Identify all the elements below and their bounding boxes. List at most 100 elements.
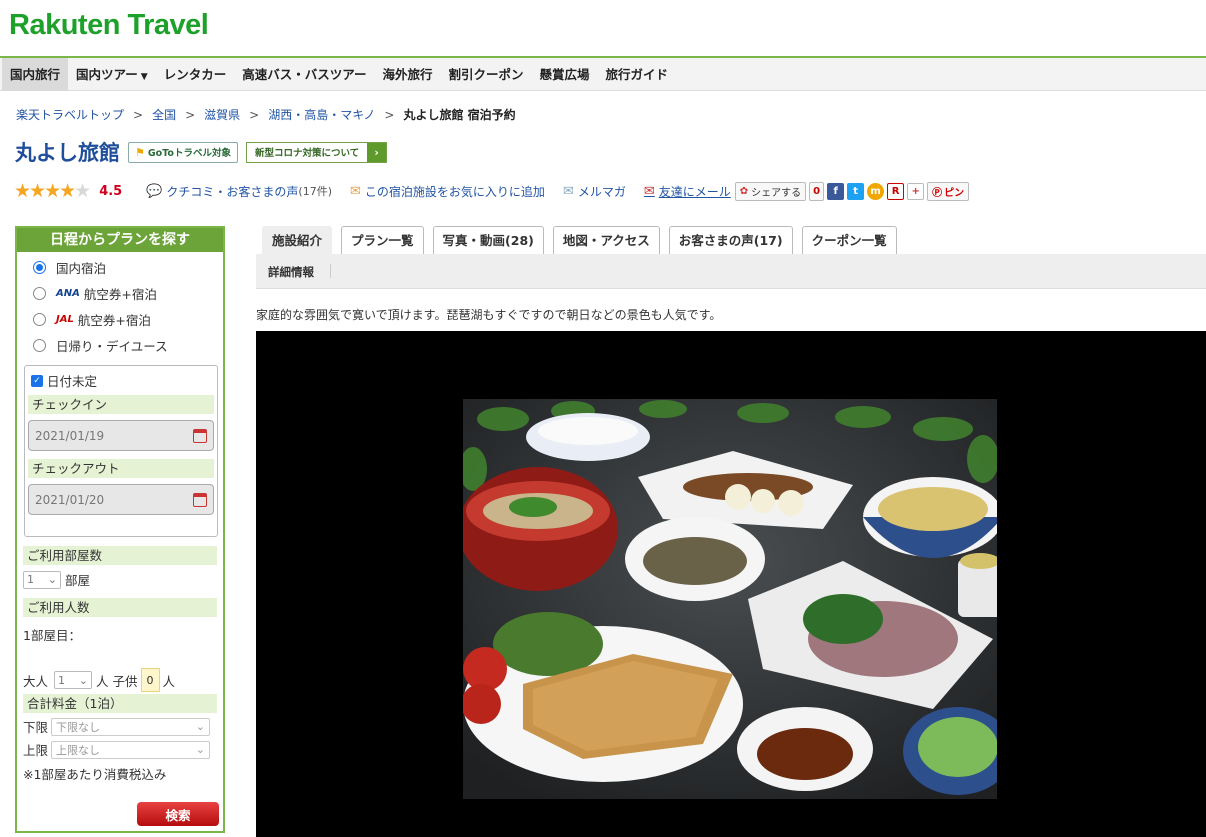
- favorite-link[interactable]: ✉ この宿泊施設をお気に入りに追加: [350, 183, 545, 200]
- search-button[interactable]: 検索: [137, 802, 219, 826]
- tab-plans[interactable]: プラン一覧: [341, 226, 424, 254]
- share-icon: ✿: [739, 185, 749, 197]
- nav-domestic-tour[interactable]: 国内ツアー ▼: [68, 58, 156, 91]
- tell-friend-link[interactable]: ✉ 友達にメール: [644, 183, 731, 200]
- rating-score: 4.5: [99, 183, 123, 199]
- twitter-icon[interactable]: t: [847, 182, 865, 200]
- intro-text: 家庭的な雰囲気で寛いで頂けます。琵琶湖もすぐですので朝日などの景色も人気です。: [256, 308, 722, 322]
- mixi-icon[interactable]: m: [867, 182, 885, 200]
- breadcrumb-sep: >: [384, 108, 395, 122]
- nav-bus[interactable]: 高速バス・バスツアー: [234, 58, 374, 91]
- calendar-icon[interactable]: [193, 428, 207, 443]
- share-button[interactable]: ✿ シェアする: [734, 181, 807, 201]
- radio-selected[interactable]: [33, 260, 46, 274]
- radio[interactable]: [33, 338, 46, 352]
- people-label: ご利用人数: [23, 598, 217, 617]
- adult-unit: 人: [96, 673, 109, 689]
- rakuten-travel-logo[interactable]: Rakuten Travel: [9, 9, 209, 42]
- min-price-select[interactable]: 下限なし ⌄: [51, 717, 211, 736]
- option-label: 国内宿泊: [56, 260, 107, 276]
- breadcrumb-sep: >: [133, 108, 144, 122]
- food-photo[interactable]: [463, 399, 997, 799]
- hotel-title-row: 丸よし旅館 ⚑ GoToトラベル対象 新型コロナ対策について ›: [15, 137, 388, 167]
- tab-facility-intro[interactable]: 施設紹介: [262, 226, 333, 254]
- max-price-select[interactable]: 上限なし ⌄: [51, 740, 211, 759]
- nav-overseas[interactable]: 海外旅行: [374, 58, 440, 91]
- reviews-link[interactable]: 💬 クチコミ・お客さまの声 (17件): [146, 183, 332, 200]
- chevron-down-icon: ⌄: [195, 720, 206, 733]
- checkin-input[interactable]: 2021/01/19: [28, 420, 214, 451]
- goto-badge-label: GoToトラベル対象: [147, 148, 231, 159]
- tab-map[interactable]: 地図・アクセス: [552, 226, 660, 254]
- pinterest-icon: Ⓟ: [932, 187, 943, 199]
- speech-bubble-icon: 💬: [146, 183, 163, 199]
- nav-prize[interactable]: 懸賞広場: [532, 58, 598, 91]
- option-ana-package[interactable]: ANA 航空券+宿泊: [17, 280, 223, 306]
- facility-tabs: 施設紹介 プラン一覧 写真・動画(28) 地図・アクセス お客さまの声(17) …: [262, 226, 897, 254]
- plus-icon[interactable]: +: [907, 182, 925, 200]
- share-count: 0: [809, 181, 825, 201]
- subtab-bar: 詳細情報: [256, 254, 1206, 289]
- min-value: 下限なし: [56, 720, 101, 734]
- nav-domestic[interactable]: 国内旅行: [2, 57, 69, 91]
- nav-guide[interactable]: 旅行ガイド: [598, 58, 677, 91]
- chevron-down-icon: ⌄: [195, 743, 206, 756]
- date-undecided-checkbox[interactable]: ✓ 日付未定: [31, 371, 214, 390]
- check-icon[interactable]: ✓: [31, 374, 43, 387]
- chevron-down-icon: ▼: [140, 71, 148, 82]
- min-label: 下限: [23, 720, 49, 735]
- option-label: 日帰り・デイユース: [56, 338, 168, 354]
- option-domestic-stay[interactable]: 国内宿泊: [17, 254, 223, 280]
- date-undecided-label: 日付未定: [47, 374, 98, 389]
- tab-photos[interactable]: 写真・動画(28): [432, 226, 544, 254]
- option-jal-package[interactable]: JAL 航空券+宿泊: [17, 306, 223, 332]
- mail-red-icon: ✉: [643, 183, 655, 199]
- calendar-icon[interactable]: [193, 492, 207, 507]
- pinterest-button[interactable]: Ⓟ ピン: [927, 181, 970, 201]
- checkout-label: チェックアウト: [28, 459, 214, 478]
- reviews-label: クチコミ・お客さまの声: [166, 184, 299, 199]
- rakuten-r-icon[interactable]: R: [887, 182, 905, 200]
- adult-select[interactable]: 1 ⌄: [54, 671, 93, 689]
- breadcrumb-top[interactable]: 楽天トラベルトップ: [16, 108, 124, 122]
- mail-icon: ✉: [562, 183, 574, 199]
- facebook-icon[interactable]: f: [827, 182, 845, 200]
- tab-reviews[interactable]: お客さまの声(17): [668, 226, 793, 254]
- breadcrumb-sep: >: [185, 108, 196, 122]
- option-day-use[interactable]: 日帰り・デイユース: [17, 332, 223, 358]
- max-value: 上限なし: [56, 743, 101, 757]
- chevron-down-icon: ⌄: [78, 673, 89, 687]
- goto-badge[interactable]: ⚑ GoToトラベル対象: [128, 141, 238, 163]
- breadcrumb-shiga[interactable]: 滋賀県: [204, 108, 240, 122]
- breadcrumb-all[interactable]: 全国: [152, 108, 176, 122]
- jal-logo: JAL: [56, 313, 74, 325]
- main-nav: 国内旅行 国内ツアー ▼ レンタカー 高速バス・バスツアー 海外旅行 割引クーポン…: [0, 57, 1206, 91]
- stars-full: ★★★★: [14, 180, 76, 202]
- plan-search-sidebar: 日程からプランを探す 国内宿泊 ANA 航空券+宿泊 JAL 航空券+宿泊 日帰り・…: [15, 226, 225, 833]
- nav-rentacar[interactable]: レンタカー: [156, 58, 235, 91]
- nav-coupon[interactable]: 割引クーポン: [441, 58, 532, 91]
- flag-icon: ⚑: [135, 145, 145, 159]
- bookmark-icon: ✉: [350, 183, 361, 199]
- mailmag-link[interactable]: ✉ メルマガ: [563, 183, 626, 200]
- breadcrumb-area[interactable]: 湖西・高島・マキノ: [268, 108, 375, 122]
- mailmag-label: メルマガ: [577, 184, 626, 199]
- food-photo-illustration: [463, 399, 997, 799]
- photo-viewer: [256, 331, 1206, 837]
- favorite-label: この宿泊施設をお気に入りに追加: [364, 184, 545, 199]
- tab-coupons[interactable]: クーポン一覧: [801, 226, 897, 254]
- checkin-label: チェックイン: [28, 395, 214, 414]
- radio[interactable]: [33, 286, 46, 300]
- checkout-input[interactable]: 2021/01/20: [28, 484, 214, 515]
- star-rating: ★★★★★: [14, 180, 91, 202]
- rooms-select[interactable]: 1 ⌄: [23, 570, 61, 589]
- subtab-details[interactable]: 詳細情報: [268, 264, 314, 280]
- child-input[interactable]: 0: [140, 668, 160, 692]
- child-label: 子供: [112, 673, 138, 689]
- min-row: 下限 下限なし ⌄: [23, 717, 223, 736]
- breadcrumb: 楽天トラベルトップ > 全国 > 滋賀県 > 湖西・高島・マキノ > 丸よし旅館 宿泊予約: [16, 106, 516, 123]
- option-label: 航空券+宿泊: [83, 286, 157, 302]
- covid-measures-button[interactable]: 新型コロナ対策について ›: [245, 141, 388, 163]
- people-row: 大人 1 ⌄ 人 子供 0 人: [23, 668, 223, 692]
- radio[interactable]: [33, 312, 46, 326]
